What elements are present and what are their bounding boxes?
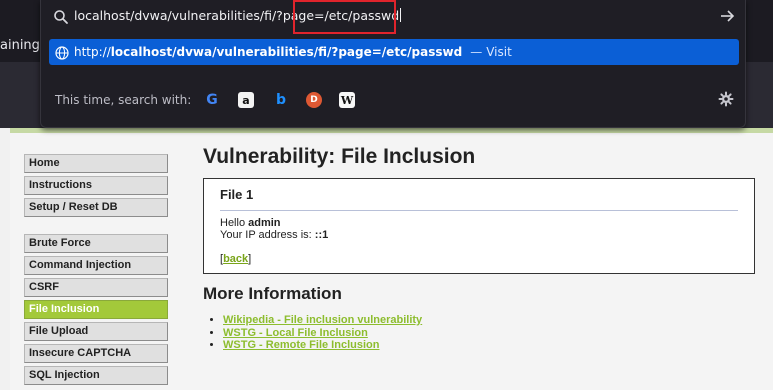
url-suggestion-row[interactable]: http://localhost/dvwa/vulnerabilities/fi…	[49, 39, 739, 65]
page-title: Vulnerability: File Inclusion	[203, 145, 476, 168]
vulnerability-box: File 1 Hello admin Your IP address is: :…	[203, 178, 755, 274]
url-input-row[interactable]: localhost/dvwa/vulnerabilities/fi/?page=…	[41, 0, 747, 34]
wstg-remote-file-inclusion-link[interactable]: WSTG - Remote File Inclusion	[223, 339, 379, 351]
bing-icon[interactable]: b	[273, 92, 289, 108]
menu-item-csrf[interactable]: CSRF	[24, 278, 168, 297]
menu-item-home[interactable]: Home	[24, 154, 168, 173]
globe-icon	[55, 45, 69, 60]
menu-item-brute-force[interactable]: Brute Force	[24, 234, 168, 253]
wikipedia-icon[interactable]: W	[339, 92, 355, 108]
link-item: WSTG - Remote File Inclusion	[223, 339, 758, 352]
tab-title-fragment[interactable]: aining	[0, 38, 40, 53]
dvwa-page: Home Instructions Setup / Reset DB Brute…	[0, 128, 773, 390]
sidebar-menu: Home Instructions Setup / Reset DB Brute…	[24, 154, 168, 388]
back-link[interactable]: back	[223, 253, 248, 265]
gear-icon[interactable]	[718, 91, 734, 107]
more-info-links: Wikipedia - File inclusion vulnerability…	[203, 314, 758, 352]
more-information-heading: More Information	[203, 284, 342, 303]
wikipedia-file-inclusion-link[interactable]: Wikipedia - File inclusion vulnerability	[223, 314, 422, 326]
suggestion-action: Visit	[486, 45, 512, 59]
menu-item-instructions[interactable]: Instructions	[24, 176, 168, 195]
hello-line: Hello admin	[220, 217, 738, 229]
back-line: [back]	[220, 253, 738, 265]
ip-prefix: Your IP address is:	[220, 229, 315, 241]
hello-prefix: Hello	[220, 217, 249, 229]
hello-username: admin	[248, 217, 281, 229]
highlight-annotation-box	[293, 0, 396, 34]
back-close-bracket: ]	[248, 253, 252, 265]
link-item: WSTG - Local File Inclusion	[223, 327, 758, 340]
go-arrow-icon[interactable]	[719, 8, 735, 24]
ip-value: ::1	[314, 229, 329, 241]
ip-line: Your IP address is: ::1	[220, 229, 738, 241]
file-title: File 1	[220, 187, 254, 202]
google-icon[interactable]: G	[204, 92, 220, 108]
suggestion-separator: —	[470, 45, 483, 59]
menu-item-file-upload[interactable]: File Upload	[24, 322, 168, 341]
box-divider	[220, 210, 738, 211]
menu-divider	[24, 220, 168, 234]
suggestion-text: http://localhost/dvwa/vulnerabilities/fi…	[74, 45, 512, 59]
main-content: Vulnerability: File Inclusion File 1 Hel…	[203, 144, 758, 352]
menu-item-insecure-captcha[interactable]: Insecure CAPTCHA	[24, 344, 168, 363]
menu-item-setup-reset-db[interactable]: Setup / Reset DB	[24, 198, 168, 217]
wstg-local-file-inclusion-link[interactable]: WSTG - Local File Inclusion	[223, 327, 368, 339]
menu-item-sql-injection[interactable]: SQL Injection	[24, 366, 168, 385]
suggestion-url: localhost/dvwa/vulnerabilities/fi/?page=…	[110, 45, 463, 59]
menu-item-command-injection[interactable]: Command Injection	[24, 256, 168, 275]
link-item: Wikipedia - File inclusion vulnerability	[223, 314, 758, 327]
search-icon	[53, 9, 69, 25]
text-caret	[400, 8, 402, 22]
menu-item-file-inclusion[interactable]: File Inclusion	[24, 300, 168, 319]
url-bar-dropdown: localhost/dvwa/vulnerabilities/fi/?page=…	[40, 0, 746, 128]
duckduckgo-icon[interactable]: D	[306, 92, 322, 108]
suggestion-prefix: http://	[74, 45, 111, 59]
amazon-icon[interactable]: a	[238, 92, 254, 108]
search-with-label: This time, search with:	[55, 93, 192, 107]
